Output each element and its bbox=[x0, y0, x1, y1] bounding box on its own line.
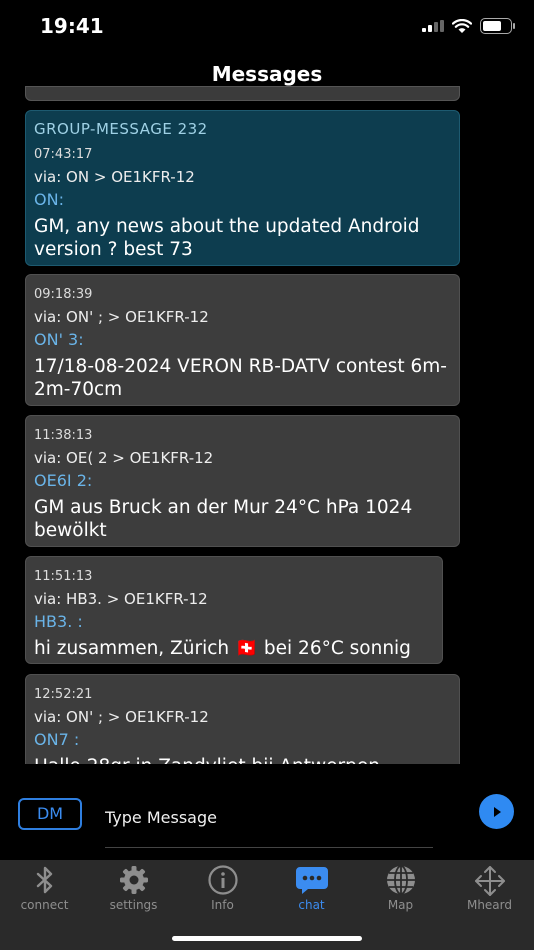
message-bubble[interactable]: 09:18:39 via: ON' ; > OE1KFR-12 ON' 3: 1… bbox=[25, 274, 460, 406]
tab-map[interactable]: Map bbox=[356, 860, 445, 916]
tab-connect[interactable]: connect bbox=[0, 860, 89, 916]
page-title: Messages bbox=[211, 62, 323, 86]
status-bar: 19:41 bbox=[0, 0, 534, 54]
message-text: hi zusammen, Zürich 🇨🇭 bei 26°C sonnig bbox=[34, 638, 411, 659]
message-via: via: ON' ; > OE1KFR-12 bbox=[34, 708, 209, 726]
move-arrows-icon bbox=[474, 866, 505, 896]
message-text: 17/18-08-2024 VERON RB-DATV contest 6m-2… bbox=[34, 356, 447, 400]
message-time: 11:51:13 bbox=[34, 569, 93, 584]
home-indicator[interactable] bbox=[172, 936, 362, 941]
message-bubble-partial bbox=[25, 86, 460, 101]
tab-label: connect bbox=[20, 898, 69, 912]
send-icon bbox=[493, 806, 501, 817]
group-message-bubble[interactable]: GROUP-MESSAGE 232 07:43:17 via: ON > OE1… bbox=[25, 110, 460, 266]
message-sender[interactable]: HB3. : bbox=[34, 610, 434, 634]
message-via: via: OE( 2 > OE1KFR-12 bbox=[34, 449, 214, 467]
message-composer: DM bbox=[0, 776, 534, 860]
gear-icon bbox=[119, 866, 148, 894]
tab-label: Info bbox=[211, 898, 234, 912]
message-time: 11:38:13 bbox=[34, 428, 93, 443]
message-time: 07:43:17 bbox=[34, 147, 93, 162]
dm-button[interactable]: DM bbox=[18, 798, 82, 830]
message-time: 12:52:21 bbox=[34, 687, 93, 702]
message-via: via: ON' ; > OE1KFR-12 bbox=[34, 308, 209, 326]
tab-chat[interactable]: chat bbox=[267, 860, 356, 916]
tab-settings[interactable]: settings bbox=[89, 860, 178, 916]
bluetooth-icon bbox=[36, 866, 52, 894]
globe-icon bbox=[386, 865, 415, 895]
status-time: 19:41 bbox=[40, 14, 104, 38]
cellular-signal-icon bbox=[422, 20, 444, 32]
message-via: via: ON > OE1KFR-12 bbox=[34, 168, 195, 186]
message-time: 09:18:39 bbox=[34, 287, 93, 302]
chat-icon bbox=[295, 867, 328, 894]
tab-info[interactable]: Info bbox=[178, 860, 267, 916]
message-sender[interactable]: ON' 3: bbox=[34, 328, 451, 352]
message-list[interactable]: GROUP-MESSAGE 232 07:43:17 via: ON > OE1… bbox=[0, 86, 534, 764]
message-sender[interactable]: OE6I 2: bbox=[34, 469, 451, 493]
message-input[interactable] bbox=[105, 788, 433, 848]
message-text: Hallo 28gr in Zandvliet bij Antwerpen bbox=[34, 755, 451, 764]
tab-label: Mheard bbox=[466, 898, 513, 912]
message-bubble[interactable]: 12:52:21 via: ON' ; > OE1KFR-12 ON7 : Ha… bbox=[25, 674, 460, 764]
send-button[interactable] bbox=[479, 794, 514, 829]
tab-label: chat bbox=[298, 898, 325, 912]
group-message-title: GROUP-MESSAGE 232 bbox=[34, 120, 208, 138]
status-icons bbox=[422, 18, 515, 34]
tab-mheard[interactable]: Mheard bbox=[445, 860, 534, 916]
tab-label: settings bbox=[109, 898, 158, 912]
message-bubble[interactable]: 11:38:13 via: OE( 2 > OE1KFR-12 OE6I 2: … bbox=[25, 415, 460, 547]
tab-label: Map bbox=[387, 898, 414, 912]
message-sender[interactable]: ON: bbox=[34, 188, 451, 212]
message-sender[interactable]: ON7 : bbox=[34, 728, 451, 752]
message-text: GM, any news about the updated Android v… bbox=[34, 216, 420, 260]
message-bubble[interactable]: 11:51:13 via: HB3. > OE1KFR-12 HB3. : hi… bbox=[25, 556, 443, 664]
message-via: via: HB3. > OE1KFR-12 bbox=[34, 590, 208, 608]
wifi-icon bbox=[452, 18, 472, 33]
message-text: GM aus Bruck an der Mur 24°C hPa 1024 be… bbox=[34, 497, 413, 541]
battery-icon bbox=[480, 18, 515, 34]
info-icon bbox=[207, 865, 238, 895]
